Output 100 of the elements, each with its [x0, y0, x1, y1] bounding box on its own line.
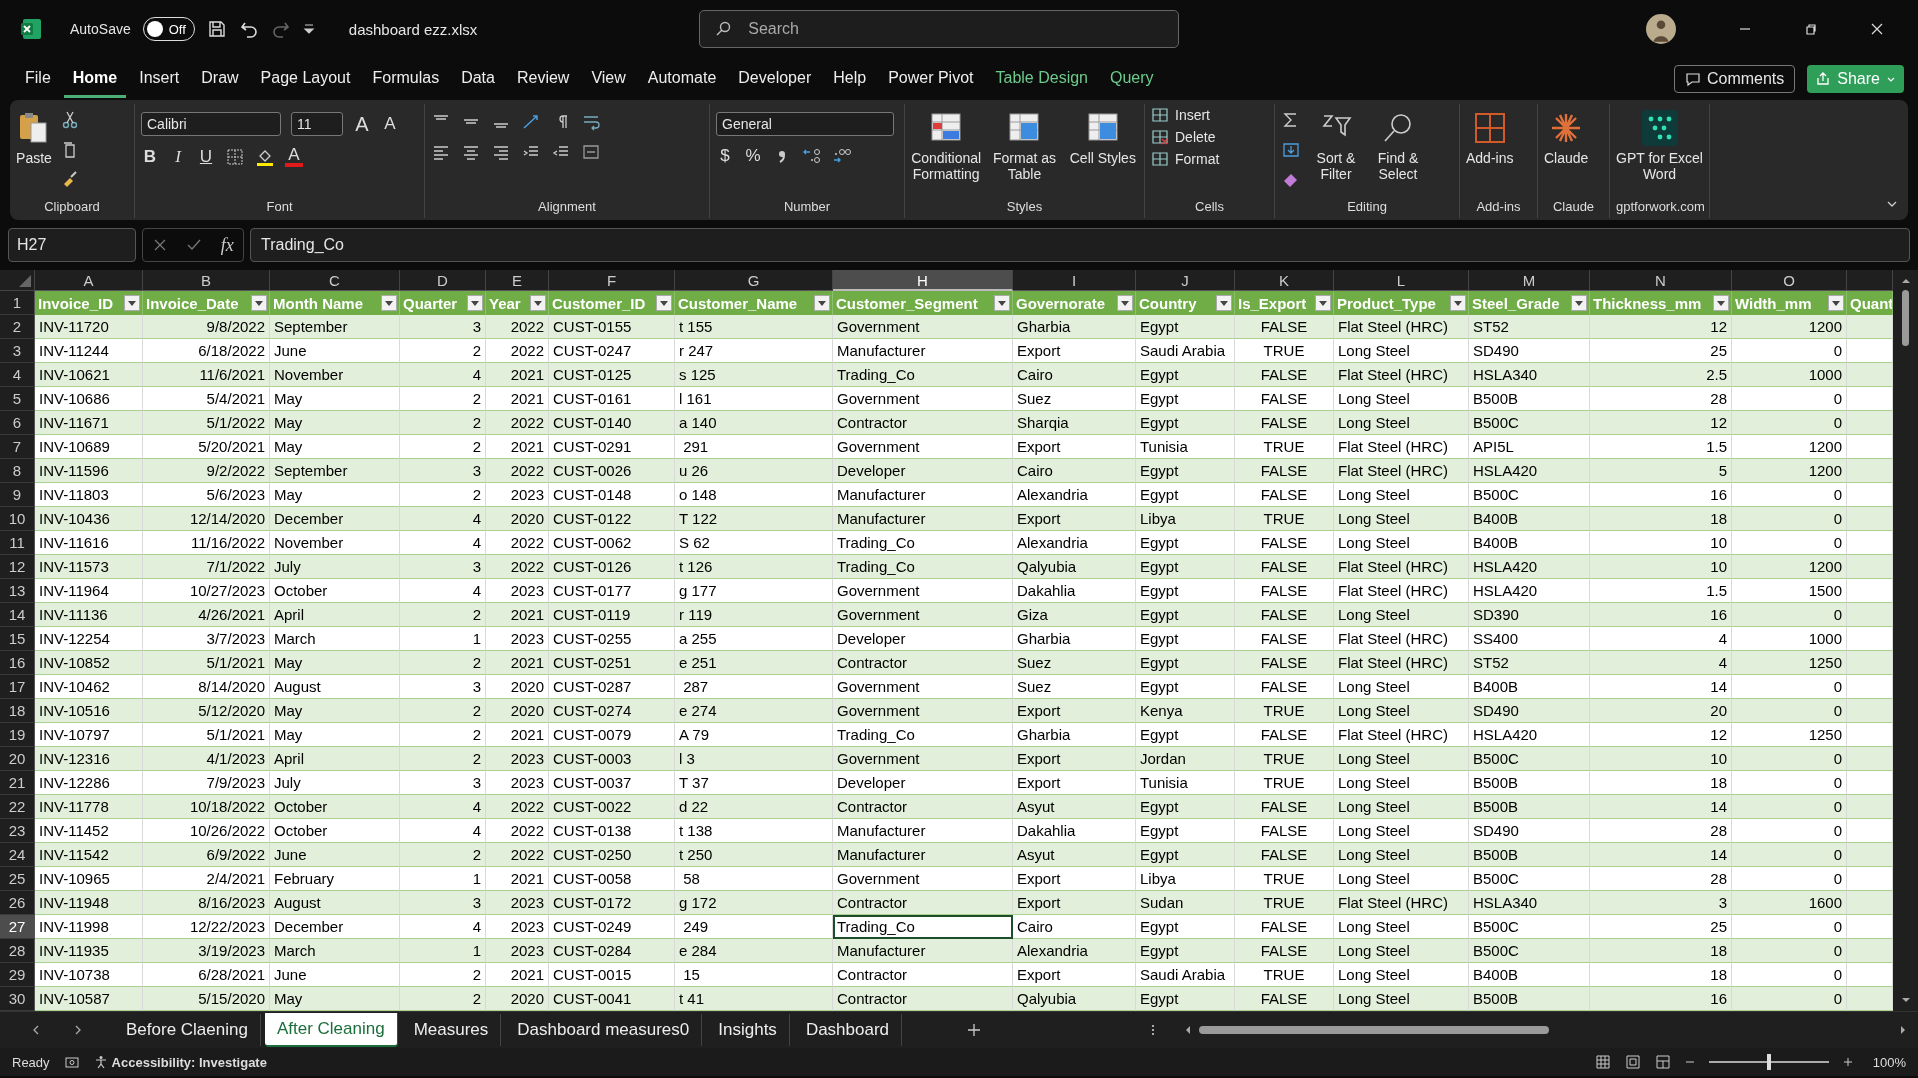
- page-break-icon[interactable]: [1654, 1054, 1671, 1070]
- font-size-field[interactable]: 11: [291, 112, 343, 136]
- column-letter[interactable]: I: [1013, 270, 1136, 291]
- search-field[interactable]: Search: [699, 10, 1180, 48]
- column-letter[interactable]: B: [143, 270, 270, 291]
- sheet-tab[interactable]: Dashboard measures0: [505, 1014, 703, 1046]
- filter-button[interactable]: [1828, 295, 1844, 311]
- row-number[interactable]: 30: [0, 987, 35, 1011]
- row-number[interactable]: 19: [0, 723, 35, 747]
- paste-button[interactable]: Paste: [16, 106, 52, 167]
- column-letter[interactable]: O: [1732, 270, 1847, 291]
- row-number[interactable]: 16: [0, 651, 35, 675]
- sheet-tab[interactable]: Before Claening: [114, 1014, 261, 1046]
- formula-field[interactable]: Trading_Co: [250, 228, 1910, 262]
- save-icon[interactable]: [206, 19, 227, 39]
- fill-icon[interactable]: [1281, 140, 1301, 160]
- row-number[interactable]: 29: [0, 963, 35, 987]
- column-letter[interactable]: G: [675, 270, 833, 291]
- filter-button[interactable]: [124, 295, 140, 311]
- page-layout-icon[interactable]: [1624, 1054, 1641, 1070]
- filter-button[interactable]: [1117, 295, 1133, 311]
- row-number[interactable]: 14: [0, 603, 35, 627]
- row-number[interactable]: 9: [0, 483, 35, 507]
- sheet-tab[interactable]: Measures: [401, 1014, 502, 1046]
- column-letter[interactable]: F: [549, 270, 675, 291]
- filter-button[interactable]: [530, 295, 546, 311]
- row-number[interactable]: 26: [0, 891, 35, 915]
- menu-tab[interactable]: Query: [1101, 60, 1163, 98]
- column-letter[interactable]: A: [35, 270, 143, 291]
- filter-button[interactable]: [381, 295, 397, 311]
- name-box[interactable]: H27: [8, 228, 136, 262]
- column-letter[interactable]: J: [1136, 270, 1235, 291]
- currency-button[interactable]: $: [716, 146, 734, 166]
- customize-toolbar-icon[interactable]: [302, 23, 315, 35]
- row-number[interactable]: 7: [0, 435, 35, 459]
- comments-button[interactable]: Comments: [1673, 65, 1796, 93]
- zoom-level[interactable]: 100%: [1872, 1054, 1906, 1070]
- row-number[interactable]: 6: [0, 411, 35, 435]
- cells-button[interactable]: Delete: [1151, 128, 1216, 146]
- gpt-button[interactable]: GPT for Excel Word: [1616, 106, 1703, 183]
- filter-button[interactable]: [656, 295, 672, 311]
- column-letter[interactable]: H: [833, 270, 1013, 291]
- menu-tab[interactable]: Home: [63, 60, 127, 98]
- row-number[interactable]: 15: [0, 627, 35, 651]
- claude-button[interactable]: Claude: [1544, 106, 1589, 167]
- orientation-icon[interactable]: [521, 112, 541, 132]
- bold-button[interactable]: B: [141, 146, 159, 167]
- scroll-thumb[interactable]: [1902, 290, 1909, 346]
- macro-icon[interactable]: [63, 1054, 80, 1070]
- column-letter[interactable]: D: [400, 270, 486, 291]
- row-number[interactable]: 12: [0, 555, 35, 579]
- filter-button[interactable]: [1571, 295, 1587, 311]
- menu-tab[interactable]: Automate: [638, 60, 726, 98]
- select-all-icon[interactable]: [19, 275, 31, 287]
- shrink-font-button[interactable]: A: [381, 114, 399, 134]
- menu-tab[interactable]: File: [16, 60, 60, 98]
- italic-button[interactable]: I: [169, 146, 187, 167]
- column-letter[interactable]: K: [1235, 270, 1334, 291]
- row-number[interactable]: 22: [0, 795, 35, 819]
- filter-button[interactable]: [1216, 295, 1232, 311]
- styles-button[interactable]: Conditional Formatting: [911, 106, 982, 183]
- row-number[interactable]: 21: [0, 771, 35, 795]
- row-number[interactable]: 25: [0, 867, 35, 891]
- column-letter[interactable]: E: [486, 270, 549, 291]
- menu-tab[interactable]: Insert: [130, 60, 189, 98]
- menu-tab[interactable]: Table Design: [986, 60, 1097, 98]
- menu-tab[interactable]: Page Layout: [251, 60, 360, 98]
- column-letter[interactable]: C: [270, 270, 400, 291]
- vertical-scrollbar[interactable]: [1893, 270, 1918, 1011]
- filter-button[interactable]: [994, 295, 1010, 311]
- underline-button[interactable]: U: [197, 146, 215, 167]
- row-number[interactable]: 8: [0, 459, 35, 483]
- row-number[interactable]: 20: [0, 747, 35, 771]
- merge-icon[interactable]: [581, 142, 601, 162]
- row-number[interactable]: 17: [0, 675, 35, 699]
- row-number[interactable]: 13: [0, 579, 35, 603]
- sheet-tab[interactable]: After Cleaning: [264, 1013, 398, 1047]
- menu-tab[interactable]: Power Pivot: [879, 60, 983, 98]
- cells-button[interactable]: Insert: [1151, 106, 1210, 124]
- row-number[interactable]: 1: [0, 291, 35, 315]
- sheet-tab[interactable]: Insights: [706, 1014, 790, 1046]
- borders-icon[interactable]: [225, 146, 245, 167]
- editing-button[interactable]: Find & Select: [1371, 106, 1425, 183]
- filter-button[interactable]: [1713, 295, 1729, 311]
- font-family-field[interactable]: Calibri: [141, 112, 281, 136]
- styles-button[interactable]: Format as Table: [989, 106, 1060, 183]
- menu-tab[interactable]: Draw: [192, 60, 248, 98]
- normal-view-icon[interactable]: [1594, 1054, 1611, 1070]
- column-letter[interactable]: M: [1469, 270, 1590, 291]
- filter-button[interactable]: [814, 295, 830, 311]
- restore-icon[interactable]: [1804, 22, 1818, 36]
- menu-tab[interactable]: Formulas: [363, 60, 449, 98]
- menu-tab[interactable]: Data: [452, 60, 504, 98]
- font-color-button[interactable]: A: [285, 146, 303, 167]
- filter-button[interactable]: [251, 295, 267, 311]
- row-number[interactable]: 11: [0, 531, 35, 555]
- filter-button[interactable]: [467, 295, 483, 311]
- editing-button[interactable]: Sort & Filter: [1309, 106, 1363, 183]
- row-number[interactable]: 3: [0, 339, 35, 363]
- cut-icon[interactable]: [60, 110, 80, 130]
